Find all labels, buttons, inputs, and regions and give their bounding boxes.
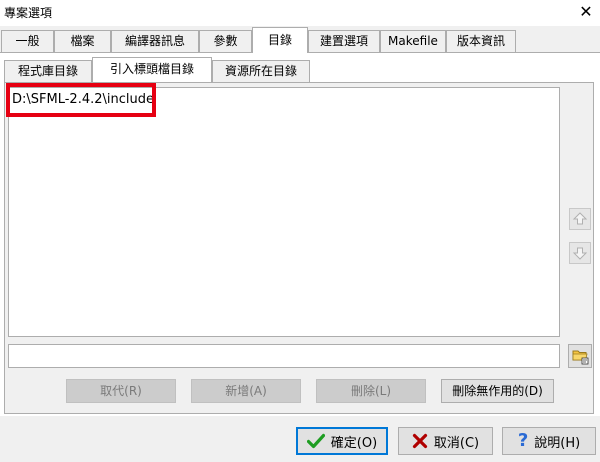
tab-compiler-messages[interactable]: 編譯器訊息 <box>111 30 199 52</box>
window-title: 專案選項 <box>4 6 53 20</box>
replace-button[interactable]: 取代(R) <box>66 379 176 403</box>
help-button[interactable]: ? 說明(H) <box>502 427 596 455</box>
subtab-include-dirs[interactable]: 引入標頭檔目錄 <box>92 57 212 82</box>
delete-button[interactable]: 刪除(L) <box>316 379 426 403</box>
tab-version-info[interactable]: 版本資訊 <box>446 30 516 52</box>
close-icon[interactable]: ✕ <box>574 1 598 23</box>
subtab-library-dirs[interactable]: 程式庫目錄 <box>4 60 92 82</box>
tab-general[interactable]: 一般 <box>1 30 54 52</box>
add-button[interactable]: 新增(A) <box>191 379 301 403</box>
subtab-resource-dirs[interactable]: 資源所在目錄 <box>212 60 310 82</box>
ok-label: 確定(O) <box>330 435 378 451</box>
tab-makefile[interactable]: Makefile <box>380 30 446 52</box>
tab-files[interactable]: 檔案 <box>54 30 111 52</box>
cancel-button[interactable]: 取消(C) <box>398 427 493 455</box>
ok-button[interactable]: 確定(O) <box>296 427 388 455</box>
delete-invalid-button[interactable]: 刪除無作用的(D) <box>441 379 554 403</box>
move-up-button[interactable] <box>569 208 591 230</box>
title-bar: 專案選項 ✕ <box>0 0 600 26</box>
directory-path-input[interactable] <box>8 344 560 368</box>
move-down-icon <box>572 247 588 260</box>
tab-directories[interactable]: 目錄 <box>252 27 308 53</box>
cancel-label: 取消(C) <box>433 435 480 451</box>
browse-folder-button[interactable] <box>568 344 592 368</box>
browse-folder-icon <box>572 350 589 365</box>
highlight-box <box>6 83 156 117</box>
tab-parameters[interactable]: 參數 <box>199 30 252 52</box>
checkmark-icon <box>306 433 325 449</box>
move-up-icon <box>572 212 588 225</box>
tab-build-options[interactable]: 建置選項 <box>308 30 380 52</box>
move-down-button[interactable] <box>569 242 591 264</box>
cancel-x-icon <box>412 433 427 449</box>
help-question-icon: ? <box>517 430 529 451</box>
main-tab-strip: 一般 檔案 編譯器訊息 參數 目錄 建置選項 Makefile 版本資訊 <box>0 27 600 53</box>
help-label: 說明(H) <box>534 435 581 451</box>
directory-list[interactable]: D:\SFML-2.4.2\include <box>8 87 560 337</box>
